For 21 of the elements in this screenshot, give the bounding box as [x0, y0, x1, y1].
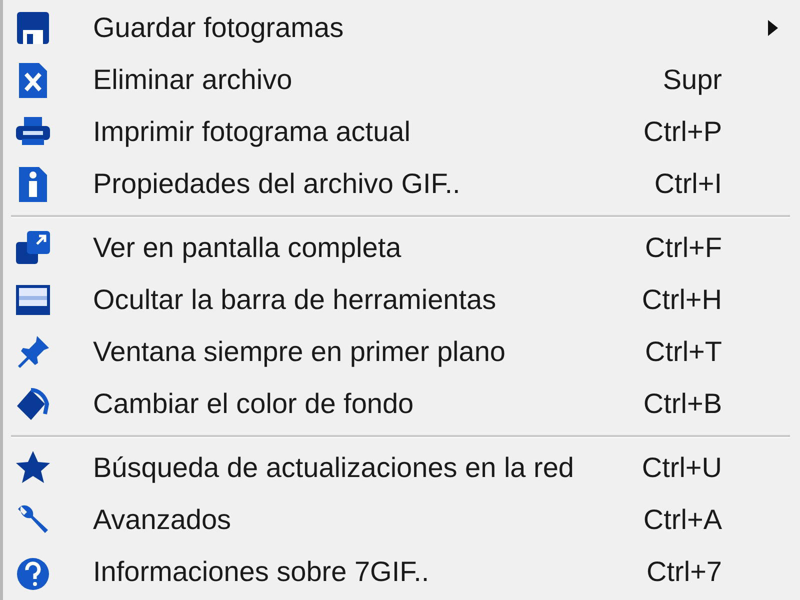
shortcut-label: Ctrl+U	[642, 452, 722, 484]
menu-item[interactable]: Guardar fotogramas	[93, 12, 344, 44]
shortcut-label: Ctrl+I	[654, 168, 722, 200]
shortcut-label: Ctrl+7	[646, 556, 722, 588]
menu-item[interactable]: Avanzados	[93, 504, 232, 536]
menu-item[interactable]: Ocultar la barra de herramientas	[93, 284, 496, 316]
menu-item[interactable]: Informaciones sobre 7GIF..	[93, 556, 430, 588]
shortcut-label: Supr	[662, 64, 722, 96]
menu-item[interactable]: Ventana siempre en primer plano	[93, 336, 506, 368]
menu-item[interactable]: Eliminar archivo	[93, 64, 292, 96]
menu-item[interactable]: Imprimir fotograma actual	[93, 116, 410, 148]
shortcut-label: Ctrl+T	[645, 336, 722, 368]
menu-item[interactable]: Ver en pantalla completa	[93, 232, 402, 264]
menu-item[interactable]: Propiedades del archivo GIF..	[93, 168, 460, 200]
shortcut-label: Ctrl+A	[643, 504, 722, 536]
menu-item[interactable]: Búsqueda de actualizaciones en la red	[93, 452, 574, 484]
shortcut-label: Ctrl+P	[643, 116, 722, 148]
shortcut-label: Ctrl+B	[643, 388, 722, 420]
shortcut-label: Ctrl+H	[642, 284, 722, 316]
shortcut-label: Ctrl+F	[645, 232, 722, 264]
menu-item[interactable]: Cambiar el color de fondo	[93, 388, 414, 420]
